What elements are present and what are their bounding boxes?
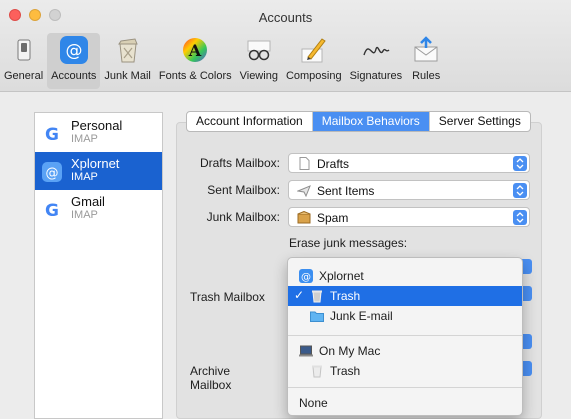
trash-icon <box>310 289 324 303</box>
at-sign-icon: @ <box>299 269 313 283</box>
junk-mailbox-popup[interactable]: Spam <box>288 207 530 227</box>
accounts-sidebar: G Personal IMAP @ Xplornet IMAP G Gmail … <box>34 112 163 419</box>
tab-account-information[interactable]: Account Information <box>187 112 313 131</box>
title-bar: Accounts General @ Accounts Junk Mail A … <box>0 0 571 92</box>
toolbar-rules[interactable]: Rules <box>406 33 446 89</box>
drafts-mailbox-popup[interactable]: Drafts <box>288 153 530 173</box>
erase-junk-label: Erase junk messages: <box>289 236 408 250</box>
sidebar-account-personal[interactable]: G Personal IMAP <box>35 114 162 152</box>
toolbar-accounts[interactable]: @ Accounts <box>47 33 101 89</box>
at-sign-icon: @ <box>41 161 63 183</box>
signature-icon <box>360 35 392 65</box>
archive-mailbox-label: Archive Mailbox <box>190 364 232 392</box>
trash-icon <box>310 364 324 378</box>
preferences-toolbar: General @ Accounts Junk Mail A Fonts & C… <box>0 33 446 89</box>
toolbar-general[interactable]: General <box>0 33 47 89</box>
drafts-mailbox-label: Drafts Mailbox: <box>199 156 280 170</box>
toolbar-junk-mail[interactable]: Junk Mail <box>100 33 154 89</box>
menu-separator <box>288 335 522 336</box>
chevron-updown-icon <box>513 210 527 225</box>
svg-text:@: @ <box>301 272 311 283</box>
glasses-icon <box>243 35 275 65</box>
google-icon: G <box>41 123 63 145</box>
menu-item-mac-trash[interactable]: Trash <box>288 361 522 381</box>
menu-separator <box>288 387 522 388</box>
svg-text:G: G <box>45 201 59 220</box>
sent-mailbox-label: Sent Mailbox: <box>207 183 280 197</box>
sidebar-account-gmail[interactable]: G Gmail IMAP <box>35 190 162 228</box>
svg-text:@: @ <box>46 166 59 181</box>
svg-text:@: @ <box>65 41 82 61</box>
svg-text:G: G <box>45 125 59 144</box>
toolbar-viewing[interactable]: Viewing <box>236 33 282 89</box>
checkmark-icon: ✓ <box>294 288 305 302</box>
general-switch-icon <box>8 35 40 65</box>
junk-trash-icon <box>112 35 144 65</box>
junk-mailbox-label: Junk Mailbox: <box>206 210 280 224</box>
window-title: Accounts <box>258 10 313 25</box>
mail-preferences-window: Accounts General @ Accounts Junk Mail A … <box>0 0 571 419</box>
toolbar-composing[interactable]: Composing <box>282 33 346 89</box>
rules-envelope-icon <box>410 35 442 65</box>
spam-box-icon <box>297 210 311 224</box>
menu-header-on-my-mac: On My Mac <box>288 341 522 361</box>
chevron-updown-icon <box>513 183 527 198</box>
sidebar-account-xplornet[interactable]: @ Xplornet IMAP <box>35 152 162 190</box>
sent-mailbox-popup[interactable]: Sent Items <box>288 180 530 200</box>
trash-mailbox-menu: @ Xplornet ✓ Trash Junk E-mail On My Mac <box>287 257 523 416</box>
menu-item-trash-selected[interactable]: ✓ Trash <box>288 286 522 306</box>
svg-text:A: A <box>188 41 202 60</box>
menu-item-junk-email[interactable]: Junk E-mail <box>288 306 522 326</box>
menu-header-xplornet: @ Xplornet <box>299 269 364 283</box>
chevron-updown-icon <box>513 156 527 171</box>
tab-server-settings[interactable]: Server Settings <box>430 112 530 131</box>
menu-item-none[interactable]: None <box>288 393 522 413</box>
trash-mailbox-label: Trash Mailbox <box>190 290 265 304</box>
toolbar-fonts-colors[interactable]: A Fonts & Colors <box>155 33 236 89</box>
paper-plane-icon <box>296 184 311 198</box>
toolbar-signatures[interactable]: Signatures <box>346 33 407 89</box>
google-icon: G <box>41 199 63 221</box>
at-sign-icon: @ <box>58 35 90 65</box>
folder-icon <box>310 309 324 323</box>
computer-icon <box>299 344 313 358</box>
account-tabs: Account Information Mailbox Behaviors Se… <box>186 111 531 132</box>
pencil-icon <box>298 35 330 65</box>
fonts-colors-icon: A <box>179 35 211 65</box>
tab-mailbox-behaviors[interactable]: Mailbox Behaviors <box>312 112 430 131</box>
document-icon <box>297 157 311 170</box>
